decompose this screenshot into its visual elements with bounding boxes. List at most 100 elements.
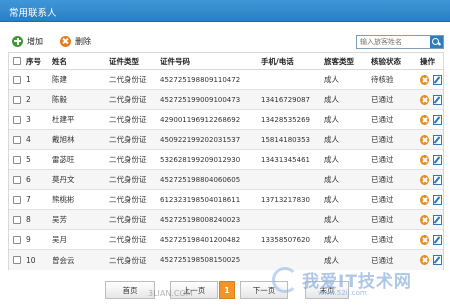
cell-cert-no: 612323198504018611 [160, 195, 241, 204]
edit-icon[interactable] [432, 214, 442, 225]
cell-phone [261, 250, 323, 270]
next-page-button[interactable]: 下一页 [240, 281, 288, 299]
column-header-passenger-type: 旅客类型 [324, 56, 354, 66]
column-header-actions: 操作 [420, 56, 435, 66]
cell-actions [420, 70, 442, 89]
column-header-check-status: 核验状态 [371, 56, 401, 66]
table-row: 8 吴芳 二代身份证 452725198008240023 成人 已通过 [9, 210, 443, 230]
cell-phone: 13416729087 [261, 95, 310, 104]
cell-phone [261, 210, 323, 229]
pagination: 首页 上一页 1 下一页 末页 [0, 281, 450, 299]
cell-passenger-type: 成人 [324, 195, 339, 204]
delete-icon[interactable] [420, 214, 429, 225]
table-row: 6 莫丹文 二代身份证 452725198804060605 成人 已通过 [9, 170, 443, 190]
edit-icon[interactable] [432, 134, 442, 145]
contacts-table: 序号 姓名 证件类型 证件号码 手机/电话 旅客类型 核验状态 操作 1 陈建 … [8, 52, 444, 270]
row-checkbox[interactable] [13, 90, 23, 109]
cell-check-status[interactable]: 已通过 [371, 190, 417, 209]
row-checkbox[interactable] [13, 190, 23, 209]
cell-name: 莫丹文 [52, 175, 75, 184]
first-page-button[interactable]: 首页 [105, 281, 155, 299]
select-all-checkbox[interactable] [13, 53, 23, 69]
cell-index: 4 [26, 135, 31, 144]
cell-check-status[interactable]: 已通过 [371, 110, 417, 129]
cell-phone: 13358507620 [261, 235, 310, 244]
delete-icon[interactable] [420, 134, 429, 145]
row-checkbox[interactable] [13, 110, 23, 129]
search-input[interactable] [357, 36, 429, 48]
table-row: 9 吴月 二代身份证 452725198401200482 1335850762… [9, 230, 443, 250]
delete-icon[interactable] [420, 174, 429, 185]
column-header-cert-type: 证件类型 [109, 56, 139, 66]
edit-icon[interactable] [432, 154, 442, 165]
cell-cert-no: 452725198008240023 [160, 215, 241, 224]
cell-passenger-type: 成人 [324, 75, 339, 84]
cell-cert-type: 二代身份证 [109, 195, 147, 204]
delete-icon[interactable] [420, 74, 429, 85]
cell-check-status[interactable]: 已通过 [371, 130, 417, 149]
cell-phone: 13431345461 [261, 155, 310, 164]
cell-phone [261, 70, 323, 89]
row-checkbox[interactable] [13, 130, 23, 149]
delete-icon[interactable] [420, 194, 429, 205]
cell-phone: 15814180353 [261, 135, 310, 144]
row-checkbox[interactable] [13, 70, 23, 89]
edit-icon[interactable] [432, 234, 442, 245]
cell-check-status[interactable]: 已通过 [371, 210, 417, 229]
cell-check-status[interactable]: 已通过 [371, 170, 417, 189]
cell-name: 戴旭林 [52, 135, 75, 144]
edit-icon[interactable] [432, 114, 442, 125]
column-header-cert-no: 证件号码 [160, 56, 190, 66]
delete-icon[interactable] [420, 94, 429, 105]
cell-actions [420, 190, 442, 209]
prev-page-button[interactable]: 上一页 [170, 281, 218, 299]
row-checkbox[interactable] [13, 170, 23, 189]
add-button[interactable]: 增加 [12, 34, 43, 48]
edit-icon[interactable] [432, 194, 442, 205]
current-page-button[interactable]: 1 [219, 281, 235, 299]
row-checkbox[interactable] [13, 250, 23, 270]
delete-icon[interactable] [420, 114, 429, 125]
last-page-button[interactable]: 末页 [305, 281, 349, 299]
delete-button[interactable]: 删除 [60, 34, 91, 48]
cell-cert-type: 二代身份证 [109, 255, 147, 265]
cell-index: 9 [26, 235, 31, 244]
edit-icon[interactable] [432, 255, 442, 265]
edit-icon[interactable] [432, 94, 442, 105]
delete-icon[interactable] [420, 255, 429, 265]
row-checkbox[interactable] [13, 210, 23, 229]
cell-check-status[interactable]: 已通过 [371, 90, 417, 109]
cell-actions [420, 90, 442, 109]
table-header: 序号 姓名 证件类型 证件号码 手机/电话 旅客类型 核验状态 操作 [9, 53, 443, 70]
cell-cert-no: 452725198508150025 [160, 256, 241, 264]
cell-check-status[interactable]: 已通过 [371, 230, 417, 249]
cell-check-status[interactable]: 已通过 [371, 150, 417, 169]
row-checkbox[interactable] [13, 230, 23, 249]
table-row: 4 戴旭林 二代身份证 450922199202031537 158141803… [9, 130, 443, 150]
cell-phone [261, 170, 323, 189]
row-checkbox[interactable] [13, 150, 23, 169]
delete-icon [60, 35, 71, 47]
table-row: 7 熊桃彬 二代身份证 612323198504018611 137132178… [9, 190, 443, 210]
cell-index: 5 [26, 155, 31, 164]
search-box [356, 35, 444, 49]
cell-cert-no: 532628199209012930 [160, 155, 241, 164]
edit-icon[interactable] [432, 174, 442, 185]
search-icon[interactable] [430, 36, 443, 48]
cell-index: 10 [26, 255, 36, 265]
table-row: 3 杜建平 二代身份证 429001196912268692 134285352… [9, 110, 443, 130]
window-titlebar: 常用联系人 [0, 0, 450, 22]
cell-index: 8 [26, 215, 31, 224]
cell-actions [420, 170, 442, 189]
cell-passenger-type: 成人 [324, 215, 339, 224]
cell-name: 杜建平 [52, 115, 75, 124]
cell-cert-no: 429001196912268692 [160, 115, 241, 124]
delete-icon[interactable] [420, 234, 429, 245]
cell-index: 3 [26, 115, 31, 124]
cell-cert-type: 二代身份证 [109, 215, 147, 224]
cell-index: 7 [26, 195, 31, 204]
edit-icon[interactable] [432, 74, 442, 85]
delete-icon[interactable] [420, 154, 429, 165]
plus-icon [12, 35, 23, 47]
cell-check-status[interactable]: 已通过 [371, 250, 417, 270]
